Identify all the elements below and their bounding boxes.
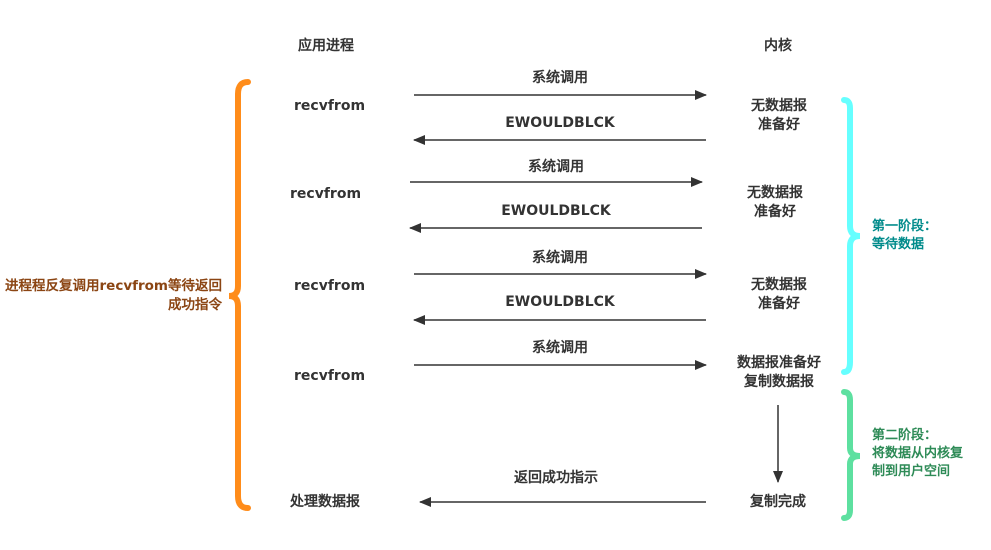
app-call-recvfrom-2: recvfrom — [290, 186, 362, 202]
kernel-status-1-l2: 准备好 — [758, 117, 800, 133]
kernel-status-4-l2: 复制数据报 — [744, 374, 814, 390]
phase2-brace — [841, 389, 861, 521]
reply-label-2: EWOULDBLCK — [501, 203, 611, 219]
syscall-label-2: 系统调用 — [528, 159, 584, 175]
syscall-label-1: 系统调用 — [532, 70, 588, 86]
phase1-label: 第一阶段： 等待数据 — [872, 218, 937, 254]
nonblocking-io-diagram: 应用进程 内核 进程程反复调用recvfrom等待返回 成功指令 recvfro… — [0, 0, 991, 550]
reply-label-3: EWOULDBLCK — [505, 294, 615, 310]
phase2-line2: 将数据从内核复 — [872, 446, 964, 461]
reply-label-1: EWOULDBLCK — [505, 115, 615, 131]
kernel-status-2-l1: 无数据报 — [747, 185, 803, 201]
kernel-status-3-l1: 无数据报 — [751, 277, 807, 293]
left-note-line1: 进程程反复调用recvfrom等待返回 — [5, 278, 222, 294]
process-datagram-label: 处理数据报 — [290, 494, 360, 510]
kernel-status-3-l2: 准备好 — [758, 296, 800, 312]
kernel-header: 内核 — [764, 38, 792, 54]
phase1-brace — [841, 97, 861, 375]
app-call-recvfrom-1: recvfrom — [294, 98, 366, 114]
success-reply-label: 返回成功指示 — [514, 470, 598, 486]
phase1-line1: 第一阶段： — [872, 219, 938, 234]
phase1-line2: 等待数据 — [872, 237, 925, 252]
kernel-status-4-l1: 数据报准备好 — [737, 355, 821, 371]
copy-complete-label: 复制完成 — [750, 494, 806, 510]
syscall-label-3: 系统调用 — [532, 250, 588, 266]
left-note-line2: 成功指令 — [168, 297, 222, 313]
phase2-line1: 第二阶段： — [872, 428, 938, 443]
kernel-status-4: 数据报准备好 复制数据报 — [724, 354, 834, 392]
phase2-line3: 制到用户空间 — [872, 464, 951, 479]
kernel-status-1: 无数据报 准备好 — [724, 97, 834, 135]
kernel-status-3: 无数据报 准备好 — [724, 276, 834, 314]
app-call-recvfrom-3: recvfrom — [294, 278, 366, 294]
phase2-label: 第二阶段： 将数据从内核复 制到用户空间 — [872, 427, 963, 481]
kernel-status-2: 无数据报 准备好 — [720, 184, 830, 222]
app-process-header: 应用进程 — [298, 38, 354, 54]
app-call-recvfrom-4: recvfrom — [294, 368, 366, 384]
left-brace — [228, 79, 251, 511]
kernel-status-2-l2: 准备好 — [754, 204, 796, 220]
syscall-label-4: 系统调用 — [532, 340, 588, 356]
kernel-status-1-l1: 无数据报 — [751, 98, 807, 114]
